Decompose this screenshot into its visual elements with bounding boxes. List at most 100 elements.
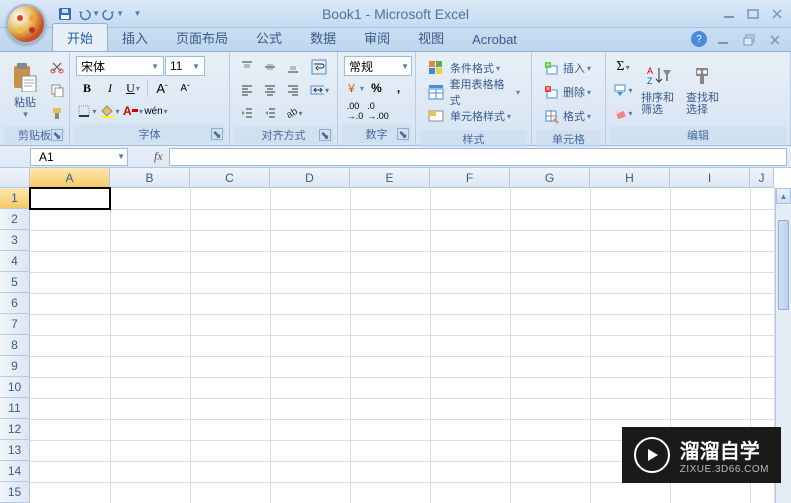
- undo-icon[interactable]: ▼: [78, 3, 100, 25]
- column-header[interactable]: G: [510, 168, 590, 188]
- cell[interactable]: [670, 209, 750, 230]
- save-icon[interactable]: [54, 3, 76, 25]
- cell[interactable]: [590, 293, 670, 314]
- cell[interactable]: [430, 398, 510, 419]
- cell[interactable]: [670, 293, 750, 314]
- cell[interactable]: [590, 335, 670, 356]
- cell[interactable]: [30, 335, 110, 356]
- cell[interactable]: [270, 377, 350, 398]
- name-box[interactable]: A1▼: [30, 148, 128, 166]
- cell[interactable]: [190, 251, 270, 272]
- select-all-corner[interactable]: [0, 168, 30, 188]
- copy-icon[interactable]: [46, 79, 68, 101]
- cell[interactable]: [350, 440, 430, 461]
- align-top-icon[interactable]: [236, 56, 258, 78]
- cell[interactable]: [190, 440, 270, 461]
- cell[interactable]: [670, 482, 750, 503]
- cell[interactable]: [110, 377, 190, 398]
- help-button[interactable]: ?: [691, 31, 707, 47]
- insert-cells-button[interactable]: + 插入▾: [538, 56, 599, 80]
- autosum-icon[interactable]: Σ▾: [612, 56, 634, 78]
- cell[interactable]: [30, 272, 110, 293]
- increase-indent-icon[interactable]: [259, 102, 281, 124]
- cell[interactable]: [750, 209, 774, 230]
- row-header[interactable]: 8: [0, 335, 30, 356]
- cell[interactable]: [430, 335, 510, 356]
- cell[interactable]: [350, 272, 430, 293]
- cell[interactable]: [670, 188, 750, 209]
- font-name-combo[interactable]: 宋体▼: [76, 56, 164, 76]
- column-header[interactable]: E: [350, 168, 430, 188]
- cell[interactable]: [190, 356, 270, 377]
- cell[interactable]: [590, 209, 670, 230]
- cell[interactable]: [190, 419, 270, 440]
- cell[interactable]: [270, 440, 350, 461]
- cell[interactable]: [430, 251, 510, 272]
- column-header[interactable]: I: [670, 168, 750, 188]
- column-header[interactable]: J: [750, 168, 774, 188]
- row-header[interactable]: 13: [0, 440, 30, 461]
- cell[interactable]: [270, 209, 350, 230]
- row-header[interactable]: 10: [0, 377, 30, 398]
- cell[interactable]: [430, 209, 510, 230]
- cell[interactable]: [190, 377, 270, 398]
- cell[interactable]: [190, 314, 270, 335]
- doc-restore-button[interactable]: [739, 31, 759, 49]
- decrease-indent-icon[interactable]: [236, 102, 258, 124]
- row-header[interactable]: 2: [0, 209, 30, 230]
- column-header[interactable]: F: [430, 168, 510, 188]
- cell[interactable]: [670, 398, 750, 419]
- bold-button[interactable]: B: [76, 77, 98, 99]
- cell[interactable]: [190, 272, 270, 293]
- wrap-text-icon[interactable]: [308, 56, 330, 78]
- cell[interactable]: [670, 251, 750, 272]
- cell[interactable]: [590, 314, 670, 335]
- cell[interactable]: [110, 335, 190, 356]
- cell[interactable]: [110, 251, 190, 272]
- scroll-up-icon[interactable]: ▲: [776, 188, 791, 204]
- shrink-font-icon[interactable]: Aˇ: [174, 77, 196, 99]
- cell[interactable]: [510, 461, 590, 482]
- cell[interactable]: [270, 188, 350, 209]
- cell[interactable]: [270, 272, 350, 293]
- cell[interactable]: [510, 377, 590, 398]
- cell[interactable]: [750, 377, 774, 398]
- accounting-format-icon[interactable]: ￥▾: [344, 77, 365, 99]
- align-middle-icon[interactable]: [259, 56, 281, 78]
- cell[interactable]: [430, 356, 510, 377]
- cell[interactable]: [430, 440, 510, 461]
- cell[interactable]: [30, 419, 110, 440]
- cell[interactable]: [430, 419, 510, 440]
- cell[interactable]: [430, 272, 510, 293]
- clipboard-launcher-icon[interactable]: ⬊: [51, 129, 63, 141]
- orientation-icon[interactable]: ab▾: [282, 102, 304, 124]
- cell[interactable]: [750, 272, 774, 293]
- cell[interactable]: [30, 293, 110, 314]
- format-as-table-button[interactable]: 套用表格格式▾: [422, 80, 525, 104]
- tab-home[interactable]: 开始: [52, 23, 108, 51]
- cell[interactable]: [190, 293, 270, 314]
- percent-format-icon[interactable]: %: [366, 77, 387, 99]
- cell[interactable]: [110, 230, 190, 251]
- tab-page-layout[interactable]: 页面布局: [162, 24, 242, 51]
- cell[interactable]: [510, 440, 590, 461]
- cell-styles-button[interactable]: 单元格样式▾: [422, 104, 525, 128]
- row-header[interactable]: 6: [0, 293, 30, 314]
- cell[interactable]: [590, 251, 670, 272]
- cell[interactable]: [110, 188, 190, 209]
- tab-insert[interactable]: 插入: [108, 24, 162, 51]
- cell[interactable]: [510, 230, 590, 251]
- cell[interactable]: [350, 188, 430, 209]
- column-header[interactable]: H: [590, 168, 670, 188]
- cell[interactable]: [750, 356, 774, 377]
- font-color-button[interactable]: A▾: [122, 100, 144, 122]
- cell[interactable]: [590, 272, 670, 293]
- cell[interactable]: [110, 314, 190, 335]
- cell[interactable]: [430, 230, 510, 251]
- cut-icon[interactable]: [46, 56, 68, 78]
- cell[interactable]: [110, 461, 190, 482]
- tab-review[interactable]: 审阅: [350, 24, 404, 51]
- cell[interactable]: [190, 461, 270, 482]
- cell[interactable]: [270, 293, 350, 314]
- cell[interactable]: [510, 356, 590, 377]
